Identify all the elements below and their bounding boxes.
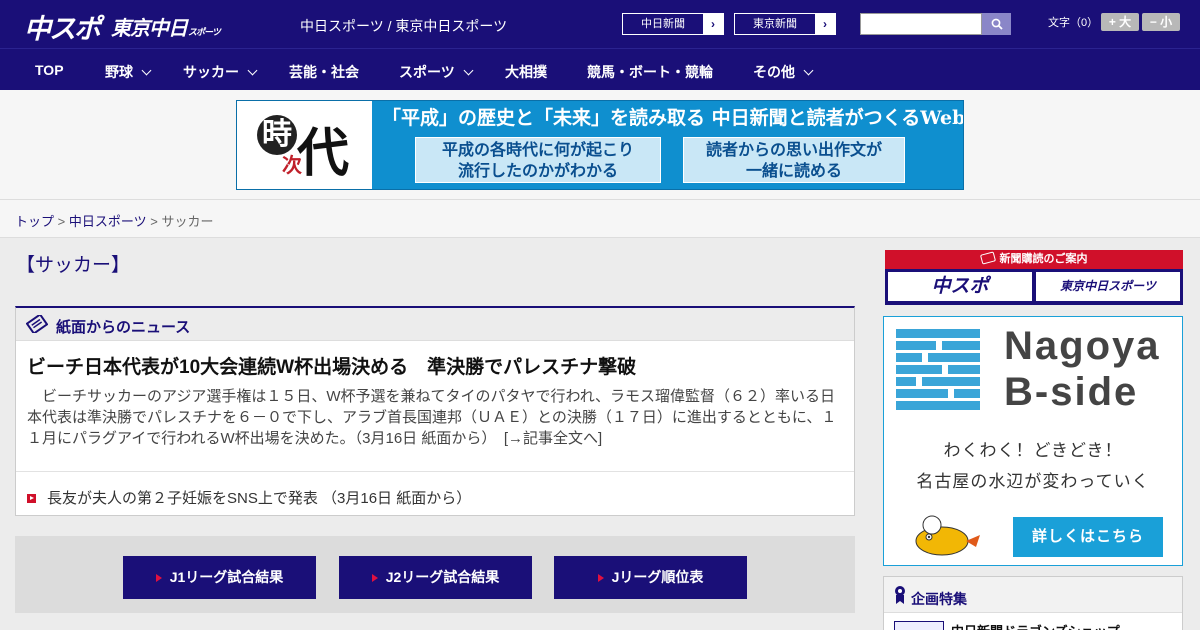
nav-entertainment[interactable]: 芸能・社会 <box>289 62 359 82</box>
divider <box>16 471 854 472</box>
font-size-label: 文字（0） <box>1048 17 1099 29</box>
bside-title-line2: B-side <box>1004 370 1139 414</box>
main-nav: TOP 野球 サッカー 芸能・社会 スポーツ 大相撲 競馬・ボート・競輪 その他 <box>0 48 1200 90</box>
dragons-shop-link[interactable]: 中日新聞ドラゴンズショップ <box>951 621 1120 630</box>
search-input[interactable] <box>860 13 982 35</box>
bside-text-line2: 名古屋の水辺が変わっていく <box>916 472 1150 491</box>
j-standings-button[interactable]: Jリーグ順位表 <box>554 556 747 599</box>
ticket-icon <box>979 251 996 265</box>
sub-article-link[interactable]: 長友が夫人の第２子妊娠をSNS上で発表 （3月16日 紙面から） <box>27 487 471 508</box>
nagoya-bside-ad[interactable]: Nagoya B-side わくわく！どきどき！ 名古屋の水辺が変わっていく 詳しく… <box>883 316 1183 566</box>
brick-wall-icon <box>896 329 980 410</box>
chevron-right-icon: › <box>815 14 835 34</box>
chevron-down-icon <box>803 65 814 76</box>
banner-char-dai: 代 <box>297 123 350 184</box>
bside-title-line1: Nagoya <box>1004 324 1161 368</box>
j2-results-label: J2リーグ試合結果 <box>385 569 500 585</box>
subscribe-chuspo-button[interactable]: 中スポ <box>888 272 1032 301</box>
triangle-right-icon <box>371 574 378 582</box>
nav-racing[interactable]: 競馬・ボート・競輪 <box>587 62 713 82</box>
chevron-down-icon <box>141 65 152 76</box>
banner-box-right-line2: 一緒に読める <box>745 163 842 180</box>
article-title[interactable]: ビーチ日本代表が10大会連続W杯出場決める 準決勝でパレスチナ撃破 <box>27 352 636 379</box>
chevron-down-icon <box>247 65 258 76</box>
feature-box-title: 企画特集 <box>911 591 967 607</box>
bside-text-line1: わくわく！どきどき！ <box>943 441 1123 460</box>
j2-results-button[interactable]: J2リーグ試合結果 <box>339 556 532 599</box>
breadcrumb-current: サッカー <box>161 214 214 229</box>
news-box-header: 紙面からのニュース <box>16 308 854 341</box>
tokyo-shimbun-label: 東京新聞 <box>753 18 797 30</box>
j1-results-label: J1リーグ試合結果 <box>169 569 284 585</box>
chevron-right-icon: › <box>703 14 723 34</box>
tokyo-logo-small: スポーツ <box>188 27 221 37</box>
banner-logo: 時 代 次 <box>237 101 372 189</box>
nav-label: その他 <box>753 64 795 80</box>
nav-label: 芸能・社会 <box>289 64 359 80</box>
feature-box: 企画特集 中日新聞ドラゴンズショップ <box>883 576 1183 630</box>
subscription-header-text: 新聞購読のご案内 <box>999 253 1088 265</box>
chunichi-shimbun-button[interactable]: 中日新聞 › <box>622 13 724 35</box>
breadcrumb-home[interactable]: トップ <box>15 214 54 229</box>
chevron-down-icon <box>463 65 474 76</box>
nav-sports[interactable]: スポーツ <box>399 62 474 82</box>
newspaper-icon <box>26 315 48 333</box>
banner-box-left-line2: 流行したのかがわかる <box>457 163 618 180</box>
breadcrumb: トップ > 中日スポーツ > サッカー <box>0 200 1200 238</box>
banner-box-right: 読者からの思い出作文が 一緒に読める <box>683 137 905 183</box>
feature-box-header: 企画特集 <box>884 577 1182 613</box>
article-summary: ビーチサッカーのアジア選手権は１５日、W杯予選を兼ねてタイのパタヤで行われ、ラモ… <box>27 388 837 447</box>
sub-article-text: 長友が夫人の第２子妊娠をSNS上で発表 （3月16日 紙面から） <box>47 490 472 507</box>
nav-other[interactable]: その他 <box>753 62 814 82</box>
banner-box-left: 平成の各時代に何が起こり 流行したのかがわかる <box>415 137 661 183</box>
breadcrumb-sep: > <box>57 214 66 229</box>
breadcrumb-site[interactable]: 中日スポーツ <box>69 214 147 229</box>
banner-char-ji-red: 次 <box>282 153 302 177</box>
nav-label: 競馬・ボート・競輪 <box>587 64 713 80</box>
tokyo-shimbun-button[interactable]: 東京新聞 › <box>734 13 836 35</box>
nav-top[interactable]: TOP <box>35 62 64 78</box>
bside-title: Nagoya B-side <box>1004 323 1161 415</box>
shrimp-mascot-icon <box>915 515 980 556</box>
nav-label: スポーツ <box>399 64 455 80</box>
breadcrumb-sep: > <box>150 214 158 229</box>
results-button-area: J1リーグ試合結果 J2リーグ試合結果 Jリーグ順位表 <box>15 536 855 613</box>
subscribe-tokyo-button[interactable]: 東京中日スポーツ <box>1036 272 1180 301</box>
search-button[interactable] <box>982 13 1011 35</box>
search-icon <box>991 18 1003 30</box>
nav-label: TOP <box>35 62 64 78</box>
news-box: 紙面からのニュース ビーチ日本代表が10大会連続W杯出場決める 準決勝でパレスチ… <box>15 306 855 516</box>
nav-soccer[interactable]: サッカー <box>183 62 258 82</box>
top-header: 中スポ 東京中日スポーツ 中日スポーツ / 東京中日スポーツ 中日新聞 › 東京… <box>0 0 1200 48</box>
font-smaller-button[interactable]: − 小 <box>1142 13 1180 31</box>
banner-headline: 「平成」の歴史と「未来」を読み取る 中日新聞と読者がつくるWebサイト <box>372 101 963 135</box>
page-title: 【サッカー】 <box>16 255 131 276</box>
site-names: 中日スポーツ / 東京中日スポーツ <box>300 18 508 34</box>
j-standings-label: Jリーグ順位表 <box>611 569 704 585</box>
dragons-shop-thumbnail[interactable] <box>894 621 944 630</box>
j1-results-button[interactable]: J1リーグ試合結果 <box>123 556 316 599</box>
banner-area: 時 代 次 「平成」の歴史と「未来」を読み取る 中日新聞と読者がつくるWebサイ… <box>0 90 1200 200</box>
chunichi-shimbun-label: 中日新聞 <box>641 18 685 30</box>
banner-box-right-line1: 読者からの思い出作文が <box>705 142 882 159</box>
bside-text: わくわく！どきどき！ 名古屋の水辺が変わっていく <box>884 435 1182 497</box>
triangle-right-icon <box>597 574 604 582</box>
nav-baseball[interactable]: 野球 <box>105 62 152 82</box>
chuspo-logo[interactable]: 中スポ <box>24 7 101 46</box>
tokyo-logo-text: 東京中日 <box>111 18 188 40</box>
play-arrow-icon <box>27 494 36 503</box>
font-larger-button[interactable]: + 大 <box>1101 13 1139 31</box>
banner-box-left-line1: 平成の各時代に何が起こり <box>441 142 634 159</box>
subscription-header: 新聞購読のご案内 <box>885 250 1183 269</box>
tokyo-chunichi-logo[interactable]: 東京中日スポーツ <box>111 12 221 41</box>
ribbon-icon <box>895 586 905 604</box>
news-box-title: 紙面からのニュース <box>56 319 191 336</box>
jidai-banner[interactable]: 時 代 次 「平成」の歴史と「未来」を読み取る 中日新聞と読者がつくるWebサイ… <box>236 100 964 190</box>
nav-label: サッカー <box>183 64 239 80</box>
nav-sumo[interactable]: 大相撲 <box>505 62 547 82</box>
triangle-right-icon <box>155 574 162 582</box>
bside-details-button[interactable]: 詳しくはこちら <box>1013 517 1163 557</box>
nav-label: 大相撲 <box>505 64 547 80</box>
nav-label: 野球 <box>105 64 133 80</box>
